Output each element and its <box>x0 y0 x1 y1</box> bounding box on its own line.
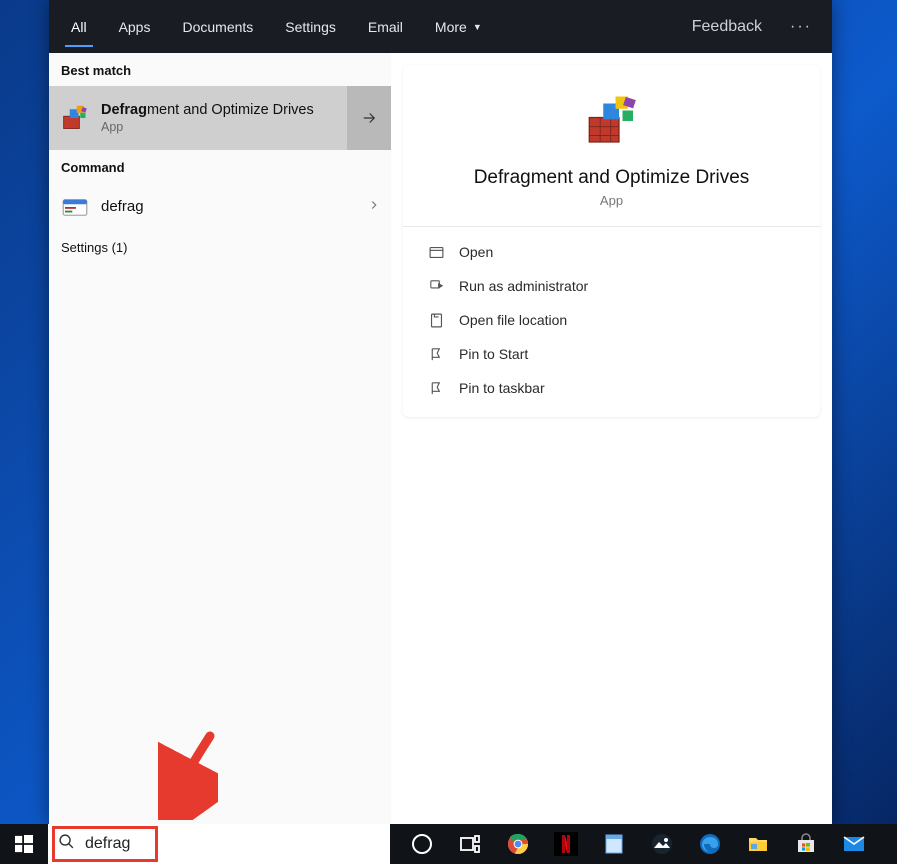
photos-icon[interactable] <box>638 824 686 864</box>
tab-more-label: More <box>435 19 467 35</box>
mail-icon[interactable] <box>830 824 878 864</box>
tabbar-spacer <box>498 0 678 53</box>
search-input[interactable] <box>85 835 380 853</box>
command-result[interactable]: defrag <box>49 183 391 230</box>
search-icon <box>58 833 75 855</box>
tab-email[interactable]: Email <box>352 0 419 53</box>
action-label: Open <box>459 244 493 260</box>
tab-settings[interactable]: Settings <box>269 0 352 53</box>
start-button[interactable] <box>0 824 48 864</box>
best-match-title: Defragment and Optimize Drives <box>101 102 314 118</box>
taskbar-search[interactable] <box>48 824 390 864</box>
notepad-icon[interactable] <box>590 824 638 864</box>
feedback-link[interactable]: Feedback <box>678 0 776 53</box>
action-open[interactable]: Open <box>423 235 800 269</box>
panel-body: Best match Defragment and Optimize Drive… <box>49 53 832 824</box>
action-pin-start[interactable]: Pin to Start <box>423 337 800 371</box>
search-panel: All Apps Documents Settings Email More ▼… <box>49 0 832 824</box>
edge-icon[interactable] <box>686 824 734 864</box>
results-column: Best match Defragment and Optimize Drive… <box>49 53 391 824</box>
pin-icon <box>427 379 445 397</box>
tab-documents[interactable]: Documents <box>166 0 269 53</box>
shield-icon <box>427 277 445 295</box>
store-icon[interactable] <box>782 824 830 864</box>
run-command-icon <box>61 196 89 218</box>
settings-results-header[interactable]: Settings (1) <box>49 230 391 263</box>
action-open-location[interactable]: Open file location <box>423 303 800 337</box>
details-card: Defragment and Optimize Drives App Open … <box>403 65 820 417</box>
chrome-icon[interactable] <box>494 824 542 864</box>
best-match-text: Defragment and Optimize Drives App <box>101 102 314 134</box>
open-icon <box>427 243 445 261</box>
details-header: Defragment and Optimize Drives App <box>423 93 800 208</box>
details-column: Defragment and Optimize Drives App Open … <box>391 53 832 824</box>
action-label: Run as administrator <box>459 278 588 294</box>
best-match-subtitle: App <box>101 120 314 134</box>
taskbar <box>0 824 897 864</box>
best-match-result[interactable]: Defragment and Optimize Drives App <box>49 86 391 150</box>
best-match-header: Best match <box>49 53 391 86</box>
cortana-icon[interactable] <box>398 824 446 864</box>
details-title: Defragment and Optimize Drives <box>423 167 800 189</box>
taskbar-icons <box>390 824 878 864</box>
action-pin-taskbar[interactable]: Pin to taskbar <box>423 371 800 405</box>
action-run-admin[interactable]: Run as administrator <box>423 269 800 303</box>
action-label: Open file location <box>459 312 567 328</box>
tab-apps[interactable]: Apps <box>103 0 167 53</box>
folder-icon <box>427 311 445 329</box>
tab-all[interactable]: All <box>55 0 103 53</box>
defrag-large-icon <box>423 93 800 149</box>
divider <box>403 226 820 227</box>
taskview-icon[interactable] <box>446 824 494 864</box>
action-label: Pin to Start <box>459 346 528 362</box>
defrag-app-icon <box>61 104 89 132</box>
file-explorer-icon[interactable] <box>734 824 782 864</box>
chevron-down-icon: ▼ <box>473 22 482 32</box>
expand-right-icon[interactable] <box>347 86 391 150</box>
search-tabbar: All Apps Documents Settings Email More ▼… <box>49 0 832 53</box>
pin-icon <box>427 345 445 363</box>
more-options-icon[interactable]: ··· <box>776 0 826 53</box>
action-label: Pin to taskbar <box>459 380 545 396</box>
command-header: Command <box>49 150 391 183</box>
chevron-right-icon <box>367 198 381 216</box>
tab-more[interactable]: More ▼ <box>419 0 498 53</box>
netflix-icon[interactable] <box>542 824 590 864</box>
command-label: defrag <box>101 198 144 215</box>
details-subtitle: App <box>423 193 800 208</box>
